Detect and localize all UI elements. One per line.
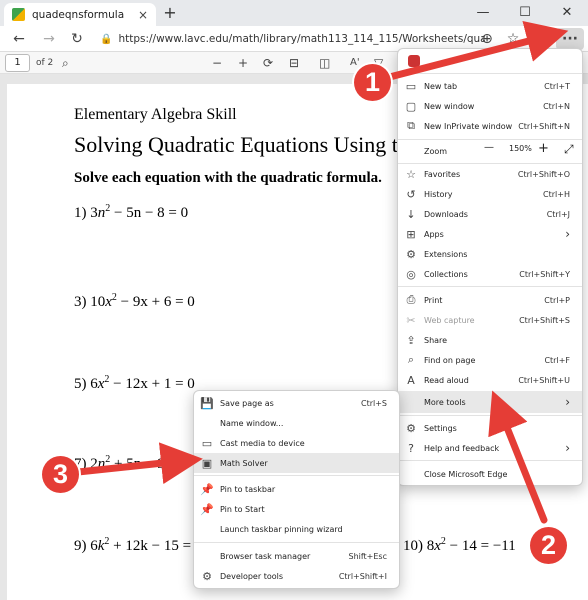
print-icon: ⎙ (406, 293, 416, 306)
page-count: of 2 (36, 58, 54, 68)
settings-menu: ▭ New tab Ctrl+T ▢ New window Ctrl+N ⧉ New In… (397, 48, 583, 486)
callout-number-one: 1 (354, 64, 391, 101)
settings-more-button[interactable]: ··· (556, 28, 584, 50)
refresh-button[interactable]: ↻ (66, 28, 88, 50)
submenu-cast-media[interactable]: ▭ Cast media to device (194, 433, 399, 453)
menu-find-on-page[interactable]: ⌕ Find on page Ctrl+F (398, 350, 582, 370)
help-icon: ? (408, 441, 414, 455)
submenu-pin-taskbar[interactable]: 📌 Pin to taskbar (194, 479, 399, 499)
settings-icon: ⚙ (406, 421, 416, 435)
zoom-in-button[interactable]: + (538, 141, 549, 156)
menu-more-tools[interactable]: More tools › (398, 391, 582, 413)
menu-history[interactable]: ↺ History Ctrl+H (398, 184, 582, 204)
menu-settings[interactable]: ⚙ Settings (398, 418, 582, 438)
zoom-out-icon[interactable]: − (212, 54, 222, 72)
chevron-right-icon: › (565, 395, 570, 409)
submenu-math-solver[interactable]: ▣ Math Solver (194, 453, 399, 473)
minimize-button[interactable]: — (462, 0, 504, 26)
page-view-icon[interactable]: ◫ (319, 54, 330, 72)
extensions-icon: ⚙ (406, 247, 416, 261)
menu-read-aloud[interactable]: A Read aloud Ctrl+Shift+U (398, 370, 582, 390)
new-tab-icon: ▭ (405, 79, 417, 93)
find-icon: ⌕ (407, 353, 415, 366)
menu-new-tab[interactable]: ▭ New tab Ctrl+T (398, 76, 582, 96)
problem-10: 10) 8x2 − 14 = −11 (403, 536, 516, 554)
submenu-taskbar-wizard[interactable]: Launch taskbar pinning wizard (194, 519, 399, 539)
chevron-right-icon: › (565, 441, 570, 455)
submenu-save-page-as[interactable]: 💾 Save page as Ctrl+S (194, 393, 399, 413)
new-window-icon: ▢ (405, 99, 417, 113)
menu-favorites[interactable]: ☆ Favorites Ctrl+Shift+O (398, 164, 582, 184)
problem-5: 5) 6x2 − 12x + 1 = 0 (74, 374, 195, 392)
developer-tools-icon: ⚙ (202, 569, 212, 583)
callout-number-two: 2 (530, 527, 567, 564)
zoom-out-button[interactable]: — (484, 142, 494, 153)
forward-button[interactable]: → (38, 28, 60, 50)
menu-new-inprivate-window[interactable]: ⧉ New InPrivate window Ctrl+Shift+N (398, 116, 582, 136)
menu-new-window[interactable]: ▢ New window Ctrl+N (398, 96, 582, 116)
lock-icon: 🔒 (100, 33, 113, 45)
problem-3: 3) 10x2 − 9x + 6 = 0 (74, 292, 195, 310)
problem-9: 9) 6k2 + 12k − 15 = (74, 536, 192, 554)
pin-icon: 📌 (200, 502, 214, 516)
chevron-right-icon: › (565, 227, 570, 241)
favorites-icon: ☆ (406, 167, 416, 181)
address-field[interactable]: 🔒 https://www.lavc.edu/math/library/math… (100, 29, 485, 49)
zoom-value: 150% (509, 144, 532, 153)
history-icon: ↺ (406, 187, 416, 201)
doc-subject: Elementary Algebra Skill (74, 106, 237, 123)
new-tab-button[interactable]: + (160, 2, 180, 24)
save-icon: 💾 (200, 396, 214, 410)
menu-zoom: Zoom — 150% + ⤢ (424, 141, 574, 157)
menu-share[interactable]: ⇪ Share (398, 330, 582, 350)
submenu-pin-start[interactable]: 📌 Pin to Start (194, 499, 399, 519)
menu-downloads[interactable]: ↓ Downloads Ctrl+J (398, 204, 582, 224)
url-text: https://www.lavc.edu/math/library/math11… (118, 33, 485, 45)
search-icon[interactable]: ⌕ (62, 54, 69, 72)
pdf-favicon-icon (12, 8, 25, 21)
tab-quadeqnsformula[interactable]: quadeqnsformula × (4, 3, 156, 26)
tab-strip: quadeqnsformula × + — ☐ ✕ (0, 0, 588, 26)
window-close-button[interactable]: ✕ (546, 0, 588, 26)
submenu-name-window[interactable]: Name window... (194, 413, 399, 433)
extension-icon[interactable] (408, 55, 420, 67)
problem-7: 7) 2n2 + 5n − 9 = 0 (74, 454, 189, 472)
zoom-indicator-icon[interactable]: ⊕ (476, 28, 498, 50)
collections-icon: ◎ (406, 267, 416, 281)
fit-page-icon[interactable]: ⊟ (289, 54, 299, 72)
doc-title: Solving Quadratic Equations Using the (74, 132, 419, 157)
more-tools-submenu: 💾 Save page as Ctrl+S Name window... ▭ Cast… (193, 390, 400, 589)
web-capture-icon: ✂ (406, 313, 416, 327)
back-button[interactable]: ← (8, 28, 30, 50)
submenu-task-manager[interactable]: Browser task manager Shift+Esc (194, 546, 399, 566)
zoom-in-icon[interactable]: + (238, 54, 248, 72)
maximize-button[interactable]: ☐ (504, 0, 546, 26)
menu-close-edge[interactable]: Close Microsoft Edge (398, 464, 582, 484)
share-icon: ⇪ (406, 333, 416, 347)
menu-apps[interactable]: ⊞ Apps › (398, 224, 582, 244)
favorite-icon[interactable]: ☆ (502, 28, 524, 50)
inprivate-icon: ⧉ (407, 119, 415, 132)
submenu-developer-tools[interactable]: ⚙ Developer tools Ctrl+Shift+I (194, 566, 399, 586)
fullscreen-icon[interactable]: ⤢ (564, 142, 574, 157)
apps-icon: ⊞ (406, 227, 416, 241)
problem-1: 1) 3n2 − 5n − 8 = 0 (74, 203, 189, 221)
menu-print[interactable]: ⎙ Print Ctrl+P (398, 290, 582, 310)
downloads-icon: ↓ (406, 207, 416, 221)
menu-collections[interactable]: ◎ Collections Ctrl+Shift+Y (398, 264, 582, 284)
doc-instructions: Solve each equation with the quadratic f… (74, 170, 382, 186)
cast-icon: ▭ (201, 436, 213, 450)
callout-number-three: 3 (42, 456, 79, 493)
read-aloud-icon: A (407, 373, 415, 387)
tab-close-icon[interactable]: × (138, 8, 148, 22)
menu-extensions[interactable]: ⚙ Extensions (398, 244, 582, 264)
math-solver-icon: ▣ (201, 456, 213, 470)
menu-web-capture[interactable]: ✂ Web capture Ctrl+Shift+S (398, 310, 582, 330)
page-number-input[interactable]: 1 (5, 54, 30, 72)
menu-help-feedback[interactable]: ? Help and feedback › (398, 438, 582, 458)
profile-avatar[interactable] (530, 30, 548, 48)
pin-icon: 📌 (200, 482, 214, 496)
rotate-icon[interactable]: ⟳ (263, 54, 273, 72)
tab-title: quadeqnsformula (32, 8, 125, 21)
